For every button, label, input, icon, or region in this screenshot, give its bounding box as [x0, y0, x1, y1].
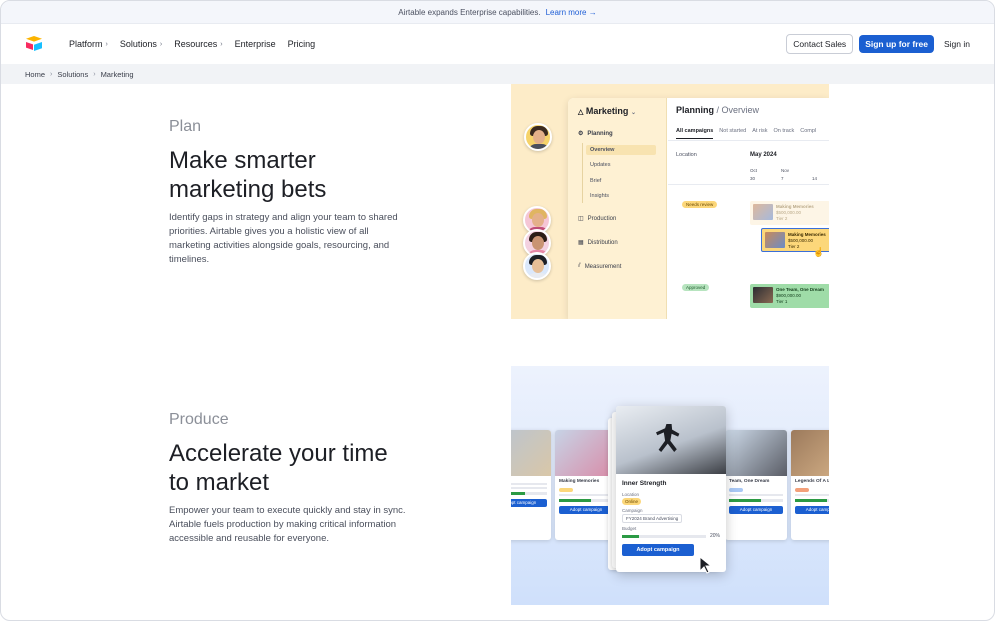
tick-7: 7: [781, 176, 784, 181]
view-tabs: All campaigns Not started At risk On tra…: [676, 128, 816, 139]
banner-text: Airtable expands Enterprise capabilities…: [398, 7, 541, 17]
timeline-card[interactable]: One Team, One Dream $900,000.00 Tier 1: [750, 284, 829, 308]
nav-enterprise[interactable]: Enterprise: [235, 39, 276, 49]
plan-description: Identify gaps in strategy and align your…: [169, 212, 398, 265]
campaign-card[interactable]: Team, One Dream Adopt campaign: [725, 430, 787, 540]
breadcrumb-home[interactable]: Home: [25, 70, 45, 79]
nav-platform[interactable]: Platform ›: [69, 39, 108, 49]
sidebar-item-overview[interactable]: Overview: [586, 145, 656, 155]
nav-actions: Contact Sales Sign up for free Sign in: [786, 34, 970, 54]
nav-resources[interactable]: Resources ›: [174, 39, 222, 49]
adopt-campaign-button[interactable]: Adopt campaign: [511, 499, 547, 507]
adopt-campaign-button[interactable]: Adopt campaign: [622, 544, 694, 556]
adopt-campaign-button[interactable]: Adopt campaign: [729, 506, 783, 514]
tick-oct: Oct: [750, 168, 758, 173]
sidebar-item-measurement[interactable]: ⫽ Measurement: [578, 263, 621, 270]
sidebar-item-planning[interactable]: ⚙ Planning: [578, 130, 613, 138]
status-badge-needs-review: Needs review: [682, 201, 718, 208]
plan-eyebrow: Plan: [169, 118, 202, 135]
chevron-right-icon: ›: [159, 40, 163, 48]
pointer-cursor-icon: [699, 556, 713, 574]
campaign-detail-card[interactable]: Inner Strength Location Online Campaign …: [616, 406, 726, 572]
produce-description: Empower your team to execute quickly and…: [169, 505, 406, 544]
tick-nov: Nov: [781, 168, 790, 173]
nav-pricing[interactable]: Pricing: [288, 39, 316, 49]
campaign-title: Inner Strength: [622, 480, 667, 487]
gear-icon: ⚙: [578, 131, 584, 137]
app-main: Planning / Overview All campaigns Not st…: [668, 98, 829, 319]
sidebar-item-distribution[interactable]: ▦ Distribution: [578, 239, 618, 247]
timeline-month: May 2024: [750, 152, 777, 158]
page-frame: Airtable expands Enterprise capabilities…: [0, 0, 995, 621]
chevron-down-icon: ⌄: [630, 110, 636, 116]
tick-30: 30: [750, 176, 756, 181]
box-icon: ◫: [578, 216, 584, 222]
produce-title: Accelerate your time to market: [169, 440, 388, 496]
tab-complete[interactable]: Compl: [800, 128, 816, 139]
chevron-right-icon: ›: [93, 70, 96, 78]
breadcrumb-marketing: Marketing: [100, 69, 134, 79]
chevron-right-icon: ›: [220, 40, 223, 48]
avatar: [524, 123, 552, 151]
produce-eyebrow: Produce: [169, 411, 229, 428]
tab-not-started[interactable]: Not started: [719, 128, 746, 139]
tick-14: 14: [812, 176, 818, 181]
sidebar-item-updates[interactable]: Updates: [590, 162, 611, 168]
campaign-card[interactable]: Legends Of A Lo Adopt campaign: [791, 430, 829, 540]
announcement-banner: Airtable expands Enterprise capabilities…: [1, 1, 994, 24]
breadcrumb-solutions[interactable]: Solutions: [57, 70, 88, 79]
sign-in-link[interactable]: Sign in: [944, 39, 970, 49]
chevron-right-icon: ›: [50, 70, 53, 78]
tab-at-risk[interactable]: At risk: [752, 128, 767, 139]
campaign-card[interactable]: Adopt campaign: [511, 430, 551, 540]
app-breadcrumb: Planning / Overview: [676, 105, 760, 115]
sidebar-item-production[interactable]: ◫ Production: [578, 215, 616, 223]
calendar-icon: ▦: [578, 240, 584, 246]
breadcrumb: Home › Solutions › Marketing: [1, 64, 994, 84]
sidebar-item-brief[interactable]: Brief: [590, 178, 601, 184]
contact-sales-button[interactable]: Contact Sales: [786, 34, 854, 54]
app-sidebar: △ Marketing ⌄ ⚙ Planning Overview Updates…: [568, 98, 667, 319]
timeline-card[interactable]: Making Memories $500,000.00 Tier 2: [750, 201, 829, 225]
plan-title: Make smarter marketing bets: [169, 147, 327, 203]
location-column-header: Location: [676, 152, 697, 158]
campaign-field: FY2024 Brand Advertising: [622, 514, 683, 523]
planning-app-window: △ Marketing ⌄ ⚙ Planning Overview Updates…: [568, 98, 829, 319]
banner-learn-more-link[interactable]: Learn more →: [546, 8, 597, 17]
triangle-icon: △: [578, 109, 584, 116]
sign-up-button[interactable]: Sign up for free: [859, 35, 934, 53]
adopt-campaign-button[interactable]: Adopt campaign: [559, 506, 613, 514]
adopt-campaign-button[interactable]: Adopt campaign: [795, 506, 829, 514]
avatar: [523, 252, 551, 280]
divider: [668, 184, 829, 185]
airtable-logo-icon[interactable]: [25, 36, 43, 52]
nav-solutions[interactable]: Solutions ›: [120, 39, 162, 49]
top-nav: Platform › Solutions › Resources › Enter…: [1, 24, 994, 64]
chart-icon: ⫽: [578, 263, 581, 269]
tab-on-track[interactable]: On track: [773, 128, 794, 139]
budget-progress: 20%: [622, 533, 720, 539]
produce-product-illustration: Adopt campaign Making Memories Adopt cam…: [511, 366, 829, 605]
status-badge: Online: [622, 498, 642, 505]
hand-cursor-icon: ☝: [813, 247, 825, 257]
status-badge-approved: Approved: [682, 284, 710, 291]
tree-line: [582, 143, 583, 203]
workspace-title[interactable]: △ Marketing ⌄: [578, 106, 636, 116]
chevron-right-icon: ›: [105, 40, 108, 48]
sidebar-item-insights[interactable]: Insights: [590, 193, 609, 199]
divider: [668, 140, 829, 141]
campaign-image: [616, 406, 726, 474]
plan-product-illustration: △ Marketing ⌄ ⚙ Planning Overview Updates…: [511, 84, 829, 319]
tab-all-campaigns[interactable]: All campaigns: [676, 128, 714, 139]
